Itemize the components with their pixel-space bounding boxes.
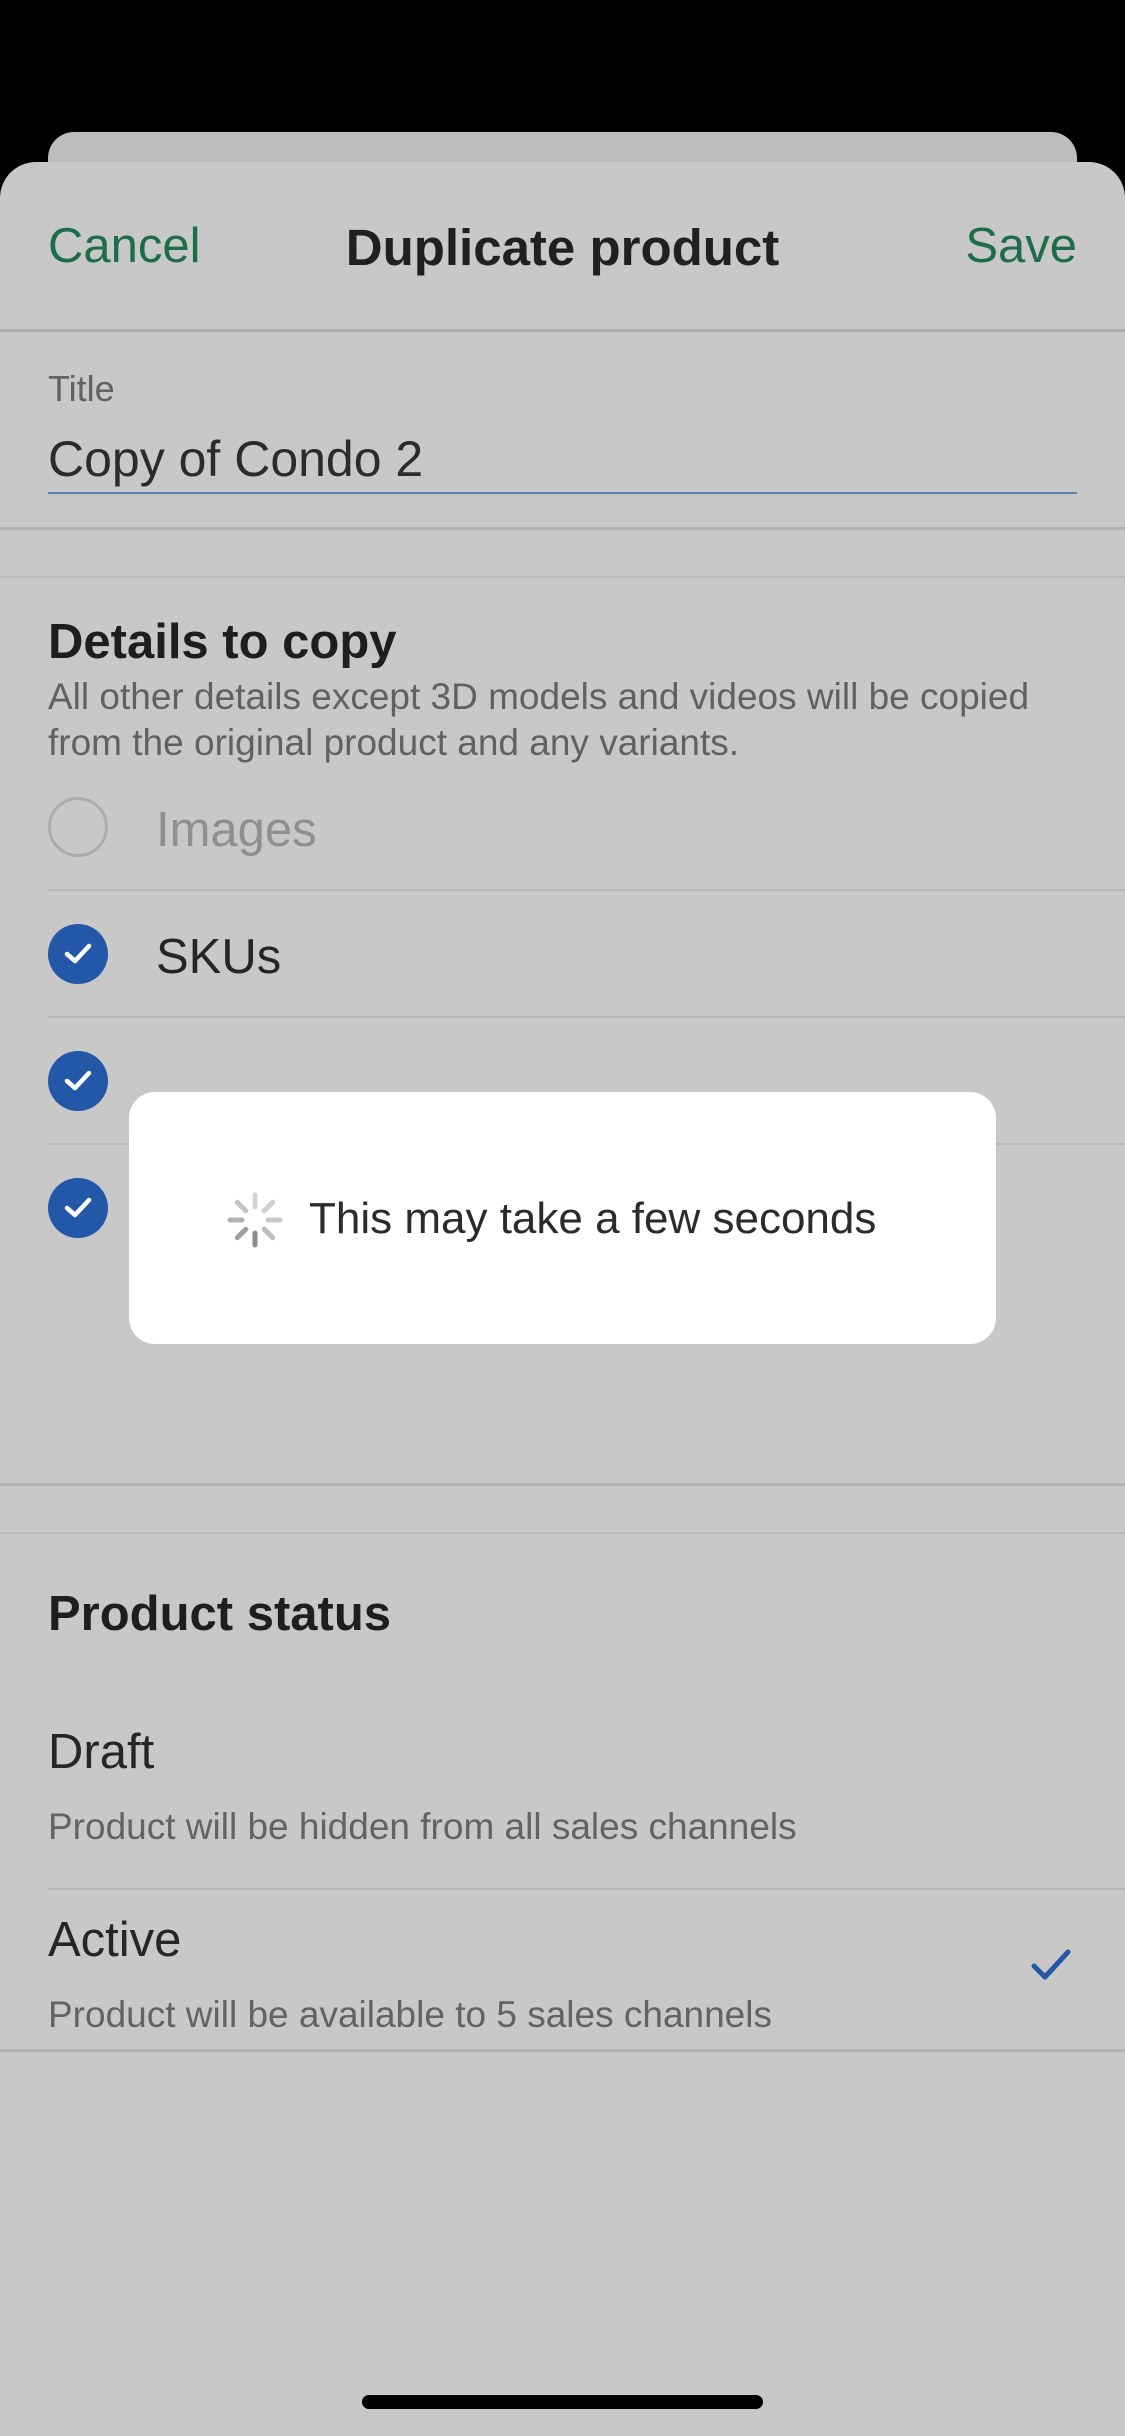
option-images[interactable]: Images [48, 764, 1125, 891]
status-bar-area [0, 0, 1125, 134]
status-option-description: Product will be hidden from all sales ch… [48, 1806, 797, 1847]
nav-bar: Cancel Duplicate product Save [0, 162, 1125, 332]
spinner-icon [227, 1192, 283, 1248]
status-option-description: Product will be available to 5 sales cha… [48, 1994, 772, 2035]
loading-dialog: This may take a few seconds [129, 1092, 996, 1344]
page-title: Duplicate product [345, 219, 780, 276]
product-status-heading: Product status [48, 1587, 392, 1641]
save-button[interactable]: Save [965, 218, 1077, 274]
title-section: Title Copy of Condo 2 [0, 334, 1125, 530]
option-skus[interactable]: SKUs [48, 891, 1125, 1018]
status-option-draft[interactable]: Draft Product will be hidden from all sa… [48, 1702, 1125, 1890]
status-option-title: Draft [48, 1725, 155, 1779]
check-icon [48, 1178, 108, 1238]
details-description: All other details except 3D models and v… [48, 676, 1030, 763]
check-icon [48, 1051, 108, 1111]
check-icon [48, 924, 108, 984]
title-field-label: Title [48, 368, 115, 409]
unchecked-circle-icon [48, 797, 108, 857]
option-label: SKUs [156, 930, 282, 984]
option-label: Images [156, 803, 317, 857]
title-input[interactable]: Copy of Condo 2 [48, 430, 423, 488]
title-input-underline [48, 492, 1077, 494]
checkmark-icon [1031, 1949, 1071, 1980]
home-indicator [362, 2395, 763, 2409]
loading-message: This may take a few seconds [309, 1194, 877, 1243]
details-heading: Details to copy [48, 615, 397, 669]
details-to-copy-section: Details to copy All other details except… [0, 576, 1125, 1486]
status-option-active[interactable]: Active Product will be available to 5 sa… [48, 1890, 1125, 2054]
product-status-section: Product status Draft Product will be hid… [0, 1532, 1125, 2052]
status-option-title: Active [48, 1913, 182, 1967]
